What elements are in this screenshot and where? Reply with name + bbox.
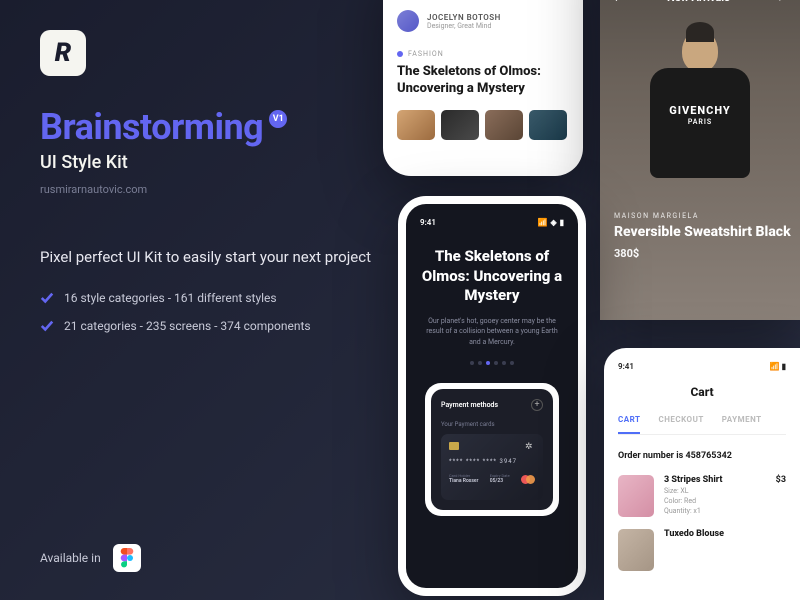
item-name: Tuxedo Blouse xyxy=(664,529,786,539)
status-bar: 9:41 📶 ▮ xyxy=(618,362,786,371)
tagline: Pixel perfect UI Kit to easily start you… xyxy=(40,246,380,269)
expiry-date: 05/23 xyxy=(490,478,510,484)
website-url[interactable]: rusmirarnautovic.com xyxy=(40,183,380,196)
cart-items: 3 Stripes Shirt Size: XL Color: Red Quan… xyxy=(618,475,786,571)
thumbnail[interactable] xyxy=(485,110,523,140)
item-qty: Quantity: x1 xyxy=(664,507,766,515)
item-name: 3 Stripes Shirt xyxy=(664,475,766,485)
author-role: Designer, Great Mind xyxy=(427,22,501,30)
order-number: Order number is 458765342 xyxy=(618,451,786,461)
mockup-ecommerce: ‹ New Arrivals ⌕ GIVENCHY PARIS MAISON M… xyxy=(600,0,800,320)
mockup-article-dark: 9:41 📶 ◈ ▮ The Skeletons of Olmos: Uncov… xyxy=(398,196,586,596)
top-bar: ‹ New Arrivals ⌕ xyxy=(600,0,800,5)
payment-title: Payment methods xyxy=(441,401,498,409)
available-in-row: Available in xyxy=(40,544,141,572)
thumbnail-row xyxy=(397,110,569,140)
thumbnail[interactable] xyxy=(397,110,435,140)
article-headline: The Skeletons of Olmos: Uncovering a Mys… xyxy=(420,247,564,306)
status-icons: 📶 ◈ ▮ xyxy=(537,218,564,227)
status-bar: 9:41 📶 ◈ ▮ xyxy=(420,218,564,227)
thumbnail[interactable] xyxy=(441,110,479,140)
feature-text: 16 style categories - 161 different styl… xyxy=(64,291,277,305)
sweatshirt-brand: GIVENCHY xyxy=(650,104,750,117)
add-payment-icon[interactable]: + xyxy=(531,399,543,411)
product-subtitle: UI Style Kit xyxy=(40,152,380,173)
back-icon[interactable]: ‹ xyxy=(614,0,618,5)
status-icons: 📶 ▮ xyxy=(770,362,786,371)
category-dot-icon xyxy=(397,51,403,57)
tab-cart[interactable]: CART xyxy=(618,415,640,434)
available-label: Available in xyxy=(40,551,101,565)
check-icon xyxy=(40,291,54,305)
cart-item[interactable]: 3 Stripes Shirt Size: XL Color: Red Quan… xyxy=(618,475,786,517)
article-headline: The Skeletons of Olmos: Uncovering a Mys… xyxy=(397,64,569,98)
category-row: FASHION xyxy=(397,50,569,58)
thumbnail[interactable] xyxy=(529,110,567,140)
mastercard-icon xyxy=(521,475,535,484)
avatar xyxy=(397,10,419,32)
status-time: 9:41 xyxy=(420,218,436,227)
card-number: **** **** **** 3947 xyxy=(449,458,535,465)
figma-icon xyxy=(113,544,141,572)
screen-title: New Arrivals xyxy=(667,0,730,4)
feature-item: 21 categories - 235 screens - 374 compon… xyxy=(40,319,380,333)
author-name: JOCELYN BOTOSH xyxy=(427,13,501,22)
mockup-cart: 9:41 📶 ▮ Cart CART CHECKOUT PAYMENT Orde… xyxy=(604,348,800,600)
card-holder: Tiana Rosser xyxy=(449,478,478,484)
search-icon[interactable]: ⌕ xyxy=(779,0,786,5)
status-time: 9:41 xyxy=(618,362,634,371)
product-title: Brainstorming xyxy=(40,106,263,148)
tab-checkout[interactable]: CHECKOUT xyxy=(658,415,703,434)
tab-payment[interactable]: PAYMENT xyxy=(722,415,762,434)
product-price: 380$ xyxy=(614,247,791,260)
author-row: JOCELYN BOTOSH Designer, Great Mind xyxy=(397,10,569,32)
feature-list: 16 style categories - 161 different styl… xyxy=(40,291,380,333)
product-name: Reversible Sweatshirt Black xyxy=(614,224,791,242)
wifi-icon: ◈ xyxy=(550,218,556,227)
tab-bar: CART CHECKOUT PAYMENT xyxy=(618,415,786,435)
pagination-dots[interactable] xyxy=(420,361,564,365)
cart-item[interactable]: Tuxedo Blouse xyxy=(618,529,786,571)
screen-title: Cart xyxy=(618,385,786,399)
credit-card[interactable]: ✲ **** **** **** 3947 Card Holder Tiana … xyxy=(441,434,543,500)
item-image xyxy=(618,475,654,517)
category-label: FASHION xyxy=(408,50,444,58)
sweatshirt-brand-sub: PARIS xyxy=(650,118,750,126)
nested-phone: Payment methods + Your Payment cards ✲ *… xyxy=(425,383,559,516)
battery-icon: ▮ xyxy=(560,218,564,227)
feature-item: 16 style categories - 161 different styl… xyxy=(40,291,380,305)
check-icon xyxy=(40,319,54,333)
product-brand: MAISON MARGIELA xyxy=(614,212,791,220)
version-badge: V1 xyxy=(269,110,287,128)
brand-logo: R xyxy=(40,30,86,76)
feature-text: 21 categories - 235 screens - 374 compon… xyxy=(64,319,311,333)
signal-icon: 📶 xyxy=(537,218,547,227)
card-network-icon: ✲ xyxy=(525,442,535,452)
item-color: Color: Red xyxy=(664,497,766,505)
mockup-article-card: JOCELYN BOTOSH Designer, Great Mind FASH… xyxy=(383,0,583,176)
hero-panel: R Brainstorming V1 UI Style Kit rusmirar… xyxy=(40,30,380,347)
card-chip-icon xyxy=(449,442,459,450)
item-image xyxy=(618,529,654,571)
payment-label: Your Payment cards xyxy=(441,421,543,428)
article-description: Our planet's hot, gooey center may be th… xyxy=(420,316,564,348)
item-price: $3 xyxy=(776,475,786,517)
product-hero-image: GIVENCHY PARIS xyxy=(635,30,765,190)
item-size: Size: XL xyxy=(664,487,766,495)
